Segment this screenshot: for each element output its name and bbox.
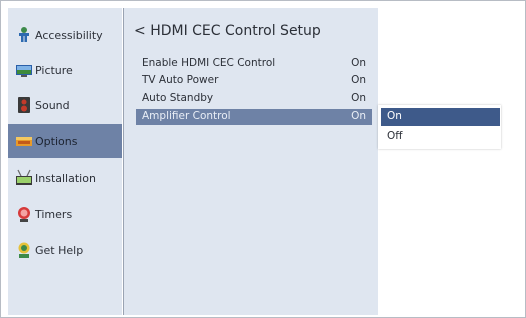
sidebar-item-label: Picture (35, 63, 73, 77)
back-chevron-icon[interactable]: < (134, 23, 146, 39)
sidebar-item-options[interactable]: Options (8, 124, 122, 158)
sidebar-item-picture[interactable]: Picture (8, 53, 122, 87)
row-value: On (351, 74, 366, 86)
menu-row-enable-hdmi-cec[interactable]: Enable HDMI CEC Control On (136, 56, 372, 72)
sidebar-item-get-help[interactable]: Get Help (8, 233, 122, 267)
sidebar-menu: Accessibility Picture Sound Options Inst… (8, 8, 122, 315)
row-label: TV Auto Power (142, 74, 219, 86)
sidebar-item-label: Accessibility (35, 28, 103, 42)
picture-icon (15, 61, 33, 79)
accessibility-icon (15, 26, 33, 44)
menu-row-amplifier-control[interactable]: Amplifier Control On (136, 109, 372, 125)
dropdown-option-on[interactable]: On (381, 108, 500, 126)
sidebar-item-label: Get Help (35, 243, 84, 257)
sidebar-item-label: Options (35, 134, 78, 148)
sound-icon (15, 96, 33, 114)
timers-icon (15, 205, 33, 223)
page-title-text: HDMI CEC Control Setup (150, 23, 321, 39)
row-label: Amplifier Control (142, 110, 231, 122)
menu-row-tv-auto-power[interactable]: TV Auto Power On (136, 73, 372, 89)
row-value: On (351, 57, 366, 69)
menu-row-auto-standby[interactable]: Auto Standby On (136, 91, 372, 107)
sidebar-item-label: Timers (35, 207, 73, 221)
sidebar-item-sound[interactable]: Sound (8, 88, 122, 122)
sidebar-item-label: Sound (35, 98, 70, 112)
option-label: On (387, 110, 402, 122)
options-icon (15, 132, 33, 150)
row-label: Auto Standby (142, 92, 214, 104)
dropdown-option-off[interactable]: Off (381, 128, 500, 146)
row-label: Enable HDMI CEC Control (142, 57, 276, 69)
get-help-icon (15, 241, 33, 259)
page-title: < HDMI CEC Control Setup (134, 23, 321, 39)
row-value: On (351, 92, 366, 104)
sidebar-item-accessibility[interactable]: Accessibility (8, 18, 122, 52)
amplifier-control-dropdown: On Off (378, 105, 501, 149)
main-panel: < HDMI CEC Control Setup Enable HDMI CEC… (124, 8, 378, 315)
installation-icon (15, 169, 33, 187)
row-value: On (351, 110, 366, 122)
sidebar-item-timers[interactable]: Timers (8, 197, 122, 231)
sidebar-item-installation[interactable]: Installation (8, 161, 122, 195)
option-label: Off (387, 130, 403, 142)
sidebar-item-label: Installation (35, 171, 96, 185)
